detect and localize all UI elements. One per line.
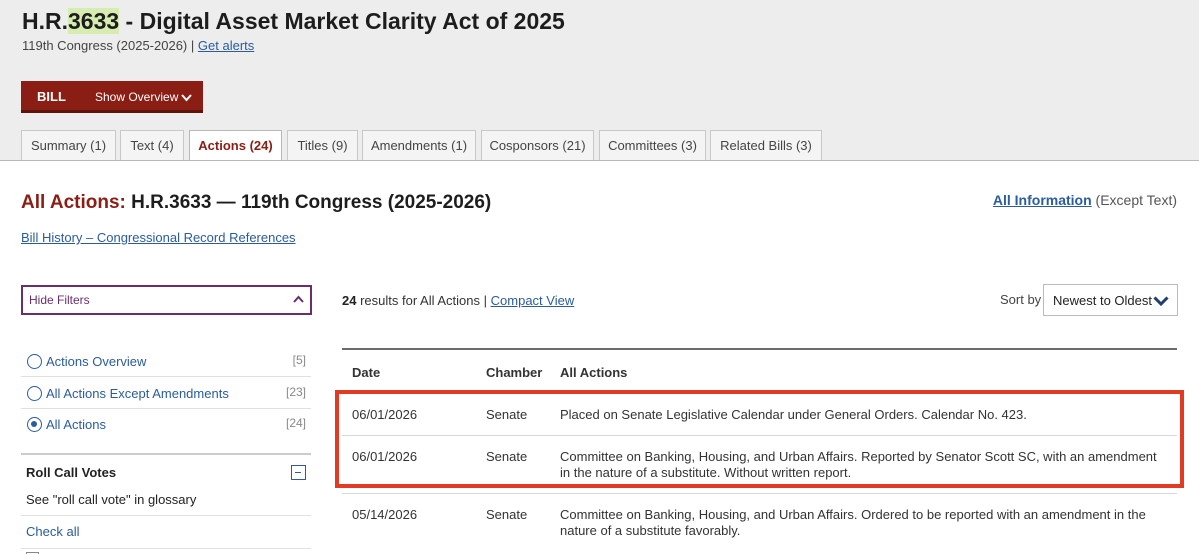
get-alerts-link[interactable]: Get alerts	[198, 38, 254, 53]
filter-actions-overview[interactable]: Actions Overview [5]	[21, 347, 311, 377]
all-information-link[interactable]: All Information	[993, 192, 1092, 208]
column-header-date[interactable]: Date	[352, 365, 380, 380]
subtitle-separator: |	[190, 38, 195, 53]
row-chamber: Senate	[486, 449, 528, 464]
radio-icon[interactable]	[27, 386, 42, 401]
divider	[21, 548, 311, 549]
show-overview-button[interactable]: Show Overview	[95, 90, 193, 104]
tab-cosponsors[interactable]: Cosponsors (21)	[481, 130, 594, 160]
bill-label: BILL	[37, 89, 66, 104]
tab-committees[interactable]: Committees (3)	[599, 130, 706, 160]
row-action: Committee on Banking, Housing, and Urban…	[560, 449, 1157, 480]
all-information-group: All Information (Except Text)	[992, 192, 1177, 208]
row-date: 05/14/2026	[352, 507, 418, 522]
chevron-down-icon	[181, 94, 193, 102]
roll-call-heading: Roll Call Votes	[26, 465, 117, 480]
chevron-down-icon	[1153, 296, 1169, 306]
tab-titles[interactable]: Titles (9)	[287, 130, 358, 160]
column-header-actions[interactable]: All Actions	[560, 365, 627, 380]
collapse-icon[interactable]	[291, 465, 306, 480]
divider	[21, 515, 311, 516]
tab-actions[interactable]: Actions (24)	[189, 130, 282, 161]
row-action: Committee on Banking, Housing, and Urban…	[560, 507, 1146, 538]
bill-header: H.R.3633 - Digital Asset Market Clarity …	[0, 0, 1199, 161]
bill-bar: BILL Show Overview	[21, 81, 203, 113]
tab-related-bills[interactable]: Related Bills (3)	[710, 130, 822, 160]
page-title: H.R.3633 - Digital Asset Market Clarity …	[22, 8, 565, 34]
sort-label: Sort by	[1000, 292, 1042, 307]
filter-all-actions-except-amendments[interactable]: All Actions Except Amendments [23]	[21, 379, 311, 409]
table-row: 06/01/2026 Senate Placed on Senate Legis…	[342, 393, 1177, 435]
congress-subtitle: 119th Congress (2025-2026) | Get alerts	[22, 38, 254, 53]
actions-table: Date Chamber All Actions 06/01/2026 Sena…	[342, 348, 1177, 538]
filter-all-actions[interactable]: All Actions [24]	[21, 410, 311, 440]
chevron-up-icon	[293, 295, 304, 303]
radio-icon[interactable]	[27, 354, 42, 369]
tab-underline	[0, 160, 1199, 161]
table-row: 06/01/2026 Senate Committee on Banking, …	[342, 435, 1177, 493]
tab-summary[interactable]: Summary (1)	[21, 130, 116, 160]
bill-history-link[interactable]: Bill History – Congressional Record Refe…	[21, 230, 296, 245]
tab-text[interactable]: Text (4)	[120, 130, 184, 160]
congress-label: 119th Congress (2025-2026)	[22, 38, 188, 53]
actions-heading: All Actions: H.R.3633 — 119th Congress (…	[21, 192, 492, 213]
roll-call-glossary: See "roll call vote" in glossary	[26, 492, 197, 507]
results-summary: 24 results for All Actions | Compact Vie…	[342, 293, 575, 308]
radio-selected-icon[interactable]	[27, 417, 42, 432]
table-row: 05/14/2026 Senate Committee on Banking, …	[342, 493, 1177, 553]
roll-call-votes-section: Roll Call Votes See "roll call vote" in …	[21, 453, 311, 554]
row-date: 06/01/2026	[352, 449, 418, 464]
row-chamber: Senate	[486, 407, 528, 422]
check-all-link[interactable]: Check all	[26, 524, 79, 539]
row-chamber: Senate	[486, 507, 528, 522]
tab-amendments[interactable]: Amendments (1)	[362, 130, 476, 160]
row-action: Placed on Senate Legislative Calendar un…	[560, 407, 1027, 422]
row-date: 06/01/2026	[352, 407, 418, 422]
column-header-chamber[interactable]: Chamber	[486, 365, 542, 380]
compact-view-link[interactable]: Compact View	[491, 293, 575, 308]
bill-number-highlight: 3633	[68, 8, 120, 34]
sort-select[interactable]: Newest to Oldest	[1043, 284, 1178, 316]
hide-filters-button[interactable]: Hide Filters	[21, 285, 312, 315]
